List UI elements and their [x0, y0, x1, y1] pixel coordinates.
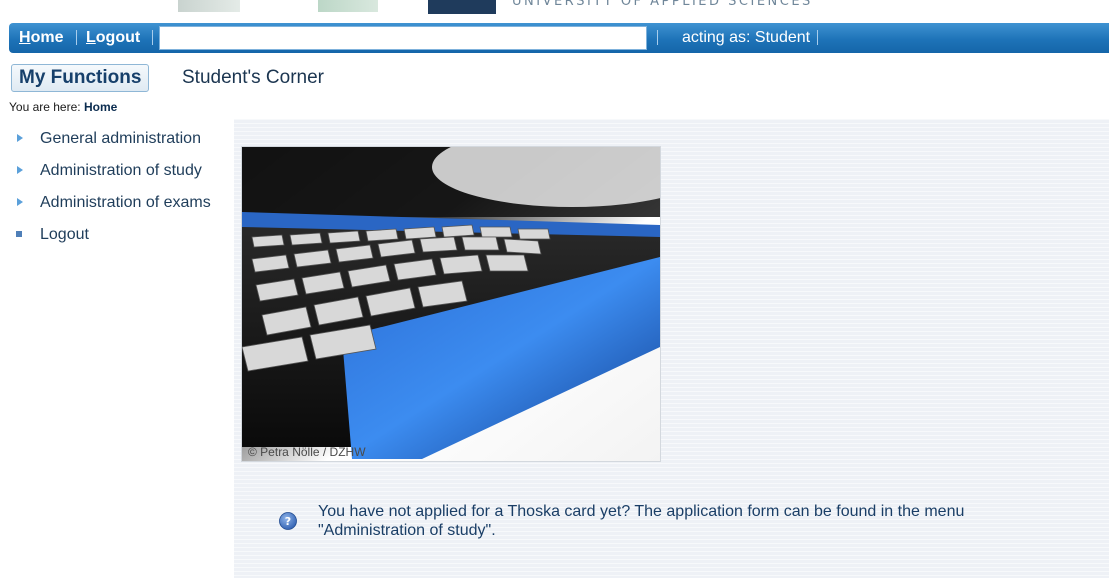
keyboard-photo: © Petra Nölle / DZHW: [241, 146, 661, 462]
university-name: UNIVERSITY OF APPLIED SCIENCES: [512, 0, 813, 9]
image-credit: © Petra Nölle / DZHW: [248, 445, 366, 459]
svg-text:?: ?: [285, 515, 291, 528]
home-link-label: ome: [30, 29, 64, 46]
nav-separator: [817, 30, 818, 45]
sidebar-item-administration-of-study[interactable]: Administration of study: [16, 160, 231, 192]
sidebar-item-administration-of-exams[interactable]: Administration of exams: [16, 192, 231, 224]
logout-link[interactable]: Logout: [86, 29, 140, 47]
breadcrumb-prefix: You are here:: [9, 100, 81, 114]
keyboard-image: [242, 147, 660, 461]
breadcrumb-home-link[interactable]: Home: [84, 100, 117, 114]
top-navigation-bar: Home Logout acting as: Student: [9, 23, 1109, 53]
home-link-accelerator: H: [19, 29, 31, 46]
triangle-bullet-icon: [17, 166, 23, 174]
university-logo: [428, 0, 496, 14]
nav-separator: [152, 30, 153, 45]
sidebar-item-label: Logout: [40, 226, 89, 243]
nav-separator: [657, 30, 658, 45]
triangle-bullet-icon: [17, 198, 23, 206]
logout-link-accelerator: L: [86, 29, 96, 46]
header-banner: UNIVERSITY OF APPLIED SCIENCES: [0, 0, 1109, 20]
triangle-bullet-icon: [17, 134, 23, 142]
sidebar-item-label: Administration of exams: [40, 194, 211, 211]
navbar-search-input[interactable]: [159, 26, 647, 50]
banner-image-left: [178, 0, 240, 12]
page: UNIVERSITY OF APPLIED SCIENCES Home Logo…: [0, 0, 1109, 578]
nav-separator: [76, 30, 77, 45]
sidebar-item-label: Administration of study: [40, 162, 202, 179]
sidebar-item-logout[interactable]: Logout: [16, 224, 231, 256]
breadcrumb: You are here: Home: [9, 100, 117, 114]
help-question-icon: ?: [279, 512, 297, 530]
sidebar-item-label: General administration: [40, 130, 201, 147]
tab-students-corner[interactable]: Student's Corner: [182, 67, 324, 89]
square-bullet-icon: [16, 231, 22, 237]
home-link[interactable]: Home: [19, 29, 63, 47]
acting-as-role: acting as: Student: [682, 29, 811, 46]
sidebar-menu: General administration Administration of…: [16, 128, 231, 256]
sidebar-item-general-administration[interactable]: General administration: [16, 128, 231, 160]
tab-my-functions[interactable]: My Functions: [11, 64, 150, 92]
banner-image-middle: [318, 0, 378, 12]
notice-message: You have not applied for a Thoska card y…: [318, 503, 965, 539]
logout-link-label: ogout: [95, 29, 141, 46]
